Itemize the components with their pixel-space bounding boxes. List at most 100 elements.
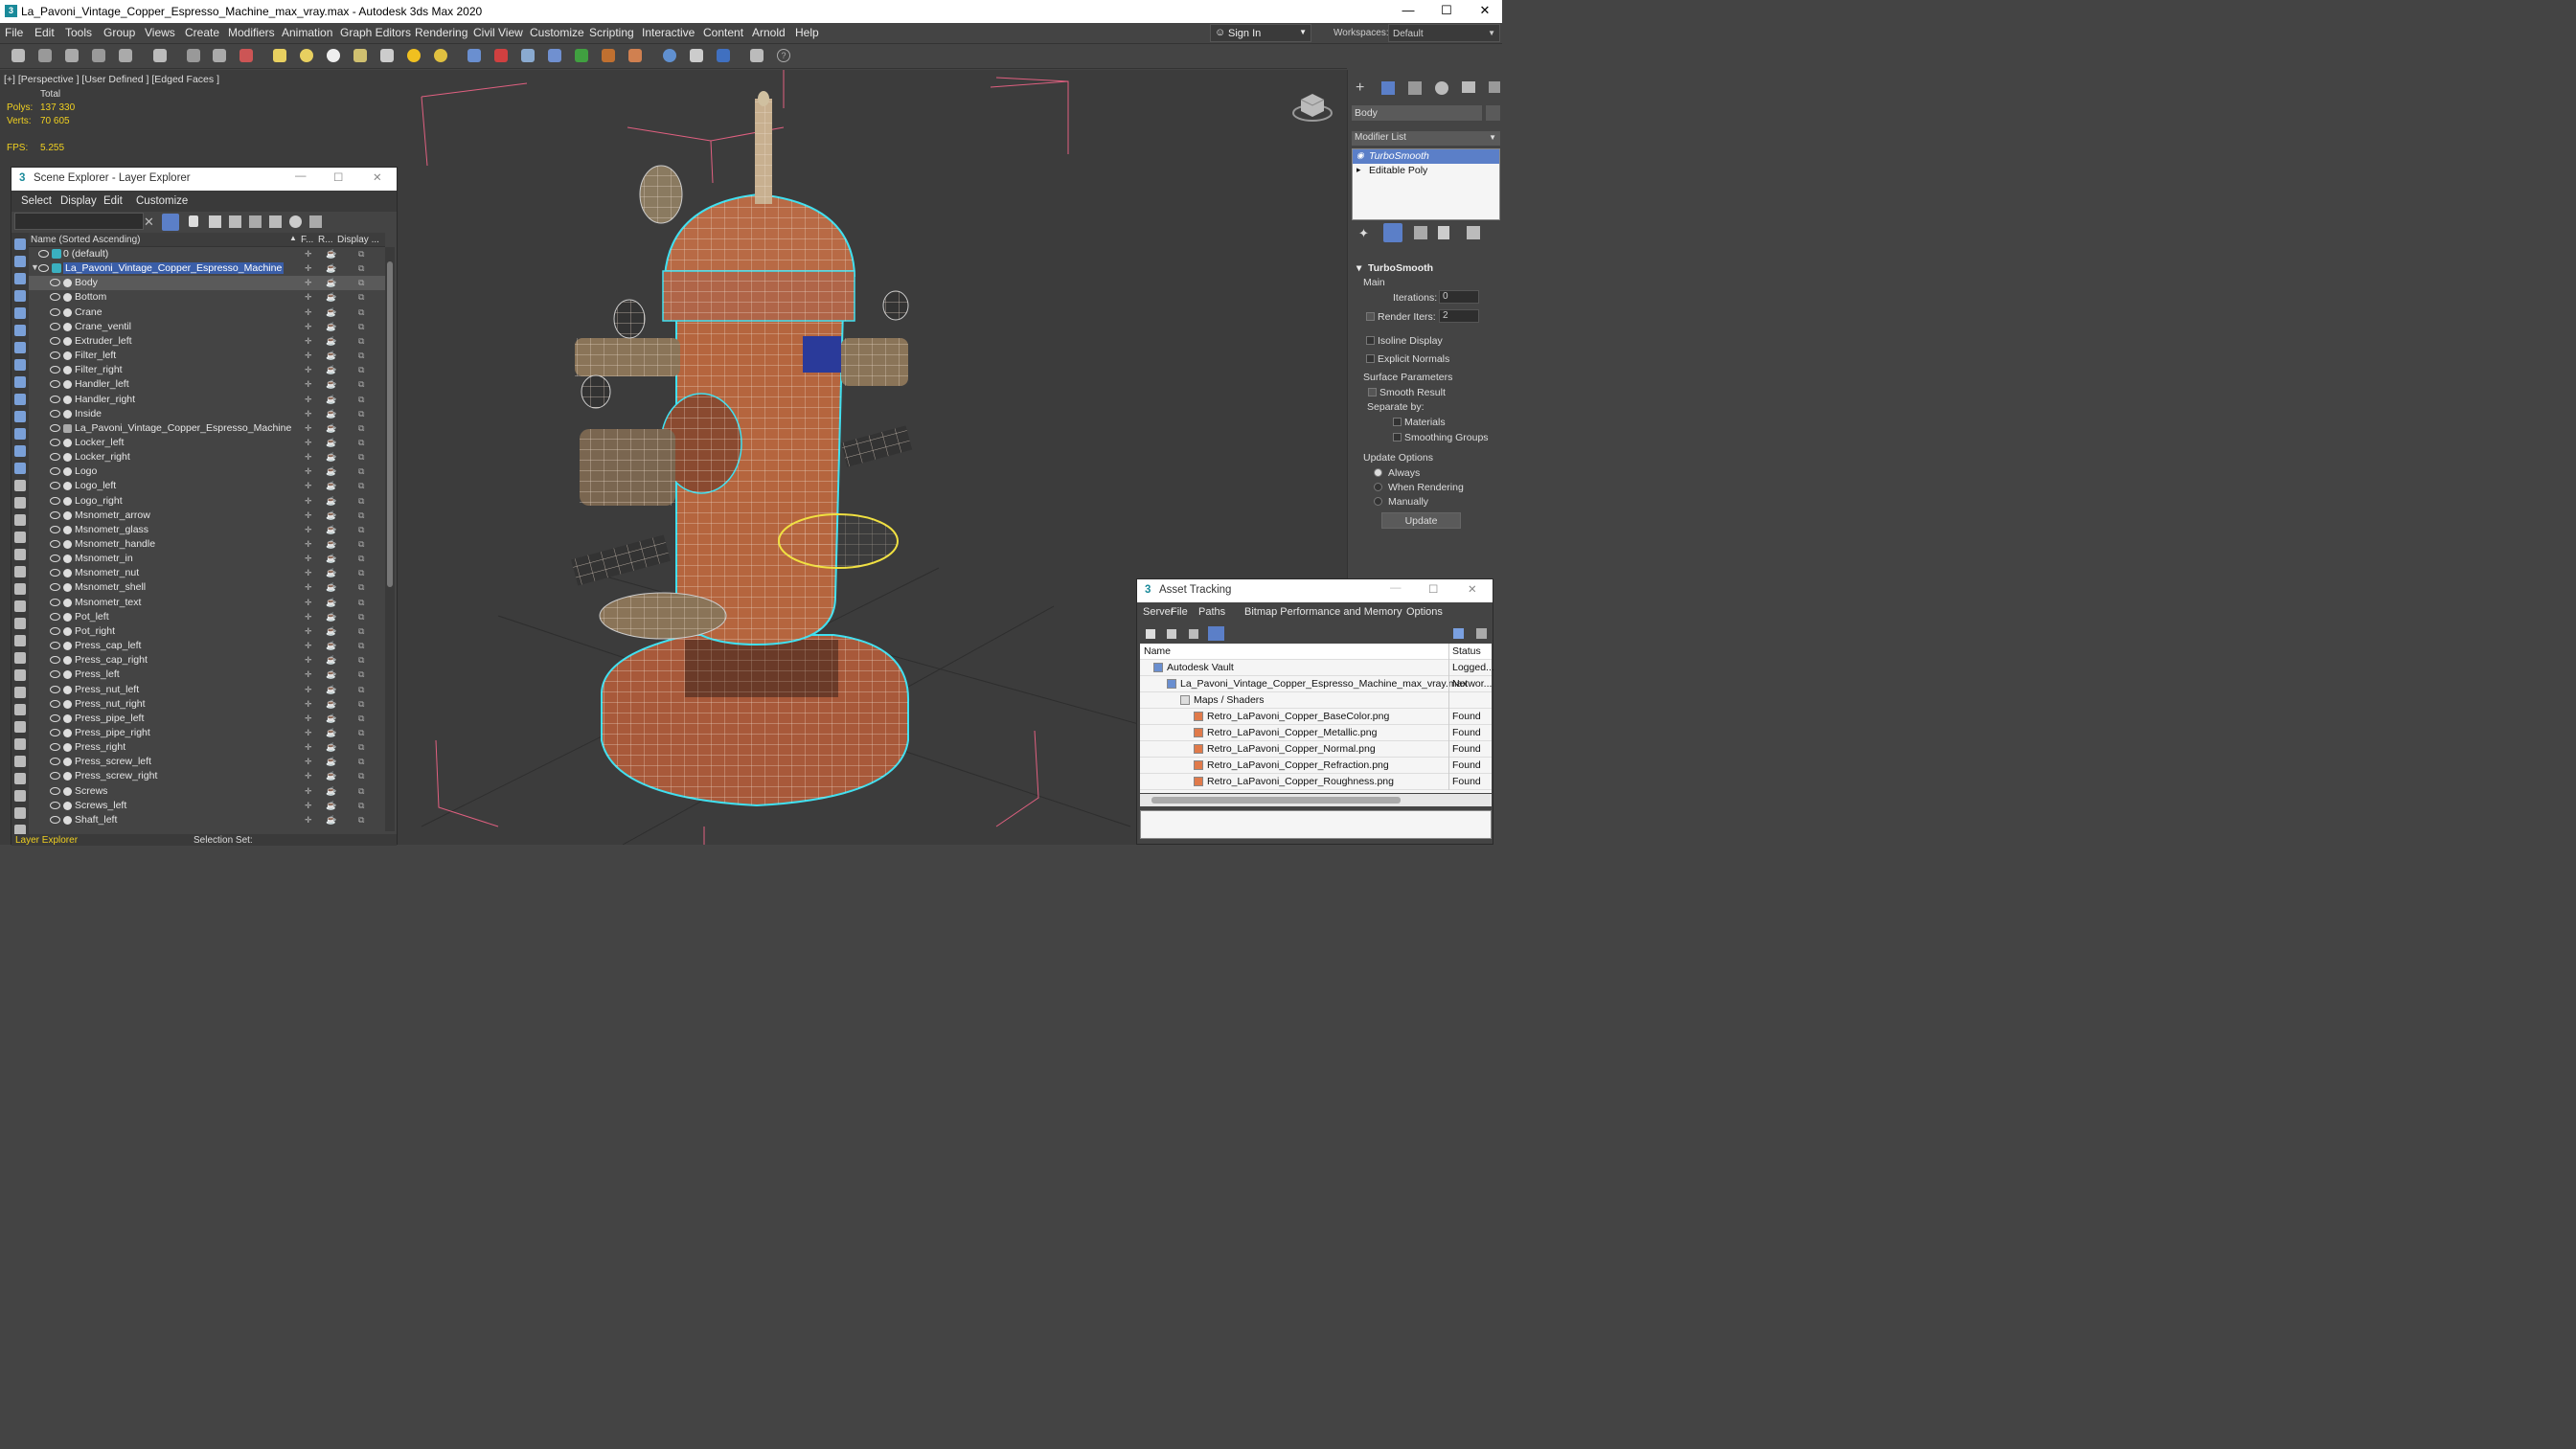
display-box-icon[interactable]: ⧉ bbox=[358, 496, 364, 507]
asset-row[interactable]: Retro_LaPavoni_Copper_Normal.png Found bbox=[1140, 741, 1492, 758]
pin-stack-icon[interactable]: ✦ bbox=[1358, 226, 1369, 241]
geosphere-icon[interactable] bbox=[327, 49, 340, 62]
menu-civil-view[interactable]: Civil View bbox=[473, 26, 523, 39]
freeze-icon[interactable]: ✛ bbox=[305, 598, 312, 608]
display-box-icon[interactable]: ⧉ bbox=[358, 815, 364, 826]
column-divider[interactable] bbox=[1448, 644, 1449, 660]
explorer-tool-icon[interactable] bbox=[14, 342, 26, 353]
object-row[interactable]: Press_screw_right ✛ ☕ ⧉ bbox=[29, 769, 385, 783]
object-row[interactable]: Body ✛ ☕ ⧉ bbox=[29, 276, 385, 291]
freeze-icon[interactable]: ✛ bbox=[305, 481, 312, 491]
object-row[interactable]: Locker_left ✛ ☕ ⧉ bbox=[29, 436, 385, 450]
visibility-eye-icon[interactable] bbox=[50, 423, 60, 432]
visibility-eye-icon[interactable] bbox=[50, 293, 60, 302]
hierarchy-tab-icon[interactable] bbox=[1408, 81, 1422, 95]
visibility-eye-icon[interactable] bbox=[50, 699, 60, 708]
display-box-icon[interactable]: ⧉ bbox=[358, 249, 364, 260]
show-end-result-icon[interactable] bbox=[1383, 223, 1402, 242]
object-row[interactable]: Msnometr_glass ✛ ☕ ⧉ bbox=[29, 523, 385, 537]
visibility-eye-icon[interactable] bbox=[50, 583, 60, 592]
explorer-tool-icon[interactable] bbox=[14, 290, 26, 302]
menu-edit[interactable]: Edit bbox=[34, 26, 55, 39]
render-teapot-icon[interactable]: ☕ bbox=[326, 365, 336, 375]
object-row[interactable]: Filter_left ✛ ☕ ⧉ bbox=[29, 349, 385, 363]
display-box-icon[interactable]: ⧉ bbox=[358, 655, 364, 666]
object-row[interactable]: Press_pipe_right ✛ ☕ ⧉ bbox=[29, 726, 385, 740]
display-box-icon[interactable]: ⧉ bbox=[358, 539, 364, 550]
display-box-icon[interactable]: ⧉ bbox=[358, 481, 364, 491]
display-box-icon[interactable]: ⧉ bbox=[358, 466, 364, 477]
layers-stack-icon[interactable] bbox=[269, 215, 282, 228]
select-icon[interactable] bbox=[153, 49, 167, 62]
display-box-icon[interactable]: ⧉ bbox=[358, 554, 364, 564]
object-row[interactable]: Msnometr_in ✛ ☕ ⧉ bbox=[29, 552, 385, 566]
minimize-icon[interactable]: — bbox=[295, 170, 307, 182]
explorer-tool-icon[interactable] bbox=[14, 600, 26, 612]
render-teapot-icon[interactable]: ☕ bbox=[326, 379, 336, 390]
render-teapot-icon[interactable]: ☕ bbox=[326, 771, 336, 781]
explorer-tool-icon[interactable] bbox=[14, 359, 26, 371]
object-row[interactable]: Msnometr_text ✛ ☕ ⧉ bbox=[29, 596, 385, 610]
visibility-eye-icon[interactable] bbox=[50, 351, 60, 360]
display-box-icon[interactable]: ⧉ bbox=[358, 699, 364, 710]
rotate-icon[interactable] bbox=[213, 49, 226, 62]
render-teapot-icon[interactable]: ☕ bbox=[326, 292, 336, 303]
always-radio[interactable] bbox=[1374, 468, 1382, 477]
asset-row[interactable]: Retro_LaPavoni_Copper_Refraction.png Foun… bbox=[1140, 758, 1492, 774]
visibility-eye-icon[interactable] bbox=[50, 758, 60, 766]
display-box-icon[interactable]: ⧉ bbox=[358, 351, 364, 361]
visibility-eye-icon[interactable] bbox=[50, 467, 60, 476]
explorer-tool-icon[interactable] bbox=[14, 635, 26, 646]
visibility-eye-icon[interactable] bbox=[50, 525, 60, 533]
render-teapot-icon[interactable]: ☕ bbox=[326, 322, 336, 332]
menu-interactive[interactable]: Interactive bbox=[642, 26, 695, 39]
menu-content[interactable]: Content bbox=[703, 26, 743, 39]
render-teapot-icon[interactable]: ☕ bbox=[326, 351, 336, 361]
freeze-icon[interactable]: ✛ bbox=[305, 699, 312, 710]
column-status[interactable]: Status bbox=[1452, 645, 1481, 657]
freeze-icon[interactable]: ✛ bbox=[305, 641, 312, 651]
render-iters-checkbox[interactable] bbox=[1366, 312, 1375, 321]
object-row[interactable]: Press_cap_right ✛ ☕ ⧉ bbox=[29, 653, 385, 668]
menu-help[interactable]: Help bbox=[795, 26, 819, 39]
motion-tab-icon[interactable] bbox=[1435, 81, 1448, 95]
freeze-icon[interactable]: ✛ bbox=[305, 669, 312, 680]
explorer-tool-icon[interactable] bbox=[14, 394, 26, 405]
system-icon[interactable] bbox=[548, 49, 561, 62]
render-teapot-icon[interactable]: ☕ bbox=[326, 307, 336, 318]
object-row[interactable]: Press_nut_right ✛ ☕ ⧉ bbox=[29, 697, 385, 712]
layer-row[interactable]: 0 (default) ✛ ☕ ⧉ bbox=[29, 247, 385, 261]
modifier-stack-item[interactable]: ◉ TurboSmooth bbox=[1353, 149, 1499, 164]
display-box-icon[interactable]: ⧉ bbox=[358, 395, 364, 405]
visibility-eye-icon[interactable] bbox=[50, 395, 60, 403]
render-teapot-icon[interactable]: ☕ bbox=[326, 423, 336, 434]
visibility-eye-icon[interactable] bbox=[50, 772, 60, 781]
vault-login-icon[interactable] bbox=[1453, 628, 1464, 639]
object-color-swatch[interactable] bbox=[1486, 105, 1500, 121]
object-row[interactable]: Press_nut_left ✛ ☕ ⧉ bbox=[29, 683, 385, 697]
freeze-icon[interactable]: ✛ bbox=[305, 815, 312, 826]
display-box-icon[interactable]: ⧉ bbox=[358, 263, 364, 274]
object-row[interactable]: Pot_left ✛ ☕ ⧉ bbox=[29, 610, 385, 624]
explorer-tool-icon[interactable] bbox=[14, 273, 26, 284]
explorer-tool-icon[interactable] bbox=[14, 549, 26, 560]
scene-explorer-titlebar[interactable]: 3 Scene Explorer - Layer Explorer — ☐ ✕ bbox=[11, 168, 397, 191]
render-teapot-icon[interactable]: ☕ bbox=[326, 669, 336, 680]
display-box-icon[interactable]: ⧉ bbox=[358, 336, 364, 347]
render-teapot-icon[interactable]: ☕ bbox=[326, 612, 336, 623]
object-row[interactable]: Msnometr_shell ✛ ☕ ⧉ bbox=[29, 580, 385, 595]
freeze-icon[interactable]: ✛ bbox=[305, 379, 312, 390]
close-icon[interactable]: ✕ bbox=[1468, 582, 1477, 596]
torus-icon[interactable] bbox=[353, 49, 367, 62]
object-row[interactable]: Msnometr_nut ✛ ☕ ⧉ bbox=[29, 566, 385, 580]
column-frozen[interactable]: F... bbox=[301, 235, 313, 245]
hair-icon[interactable] bbox=[628, 49, 642, 62]
visibility-eye-icon[interactable] bbox=[50, 307, 60, 316]
display-box-icon[interactable]: ⧉ bbox=[358, 365, 364, 375]
freeze-icon[interactable]: ✛ bbox=[305, 466, 312, 477]
render-teapot-icon[interactable]: ☕ bbox=[326, 554, 336, 564]
asset-row[interactable]: La_Pavoni_Vintage_Copper_Espresso_Machin… bbox=[1140, 676, 1492, 692]
cloth-icon[interactable] bbox=[602, 49, 615, 62]
help-icon[interactable]: ? bbox=[777, 49, 790, 62]
object-row[interactable]: Crane ✛ ☕ ⧉ bbox=[29, 306, 385, 320]
